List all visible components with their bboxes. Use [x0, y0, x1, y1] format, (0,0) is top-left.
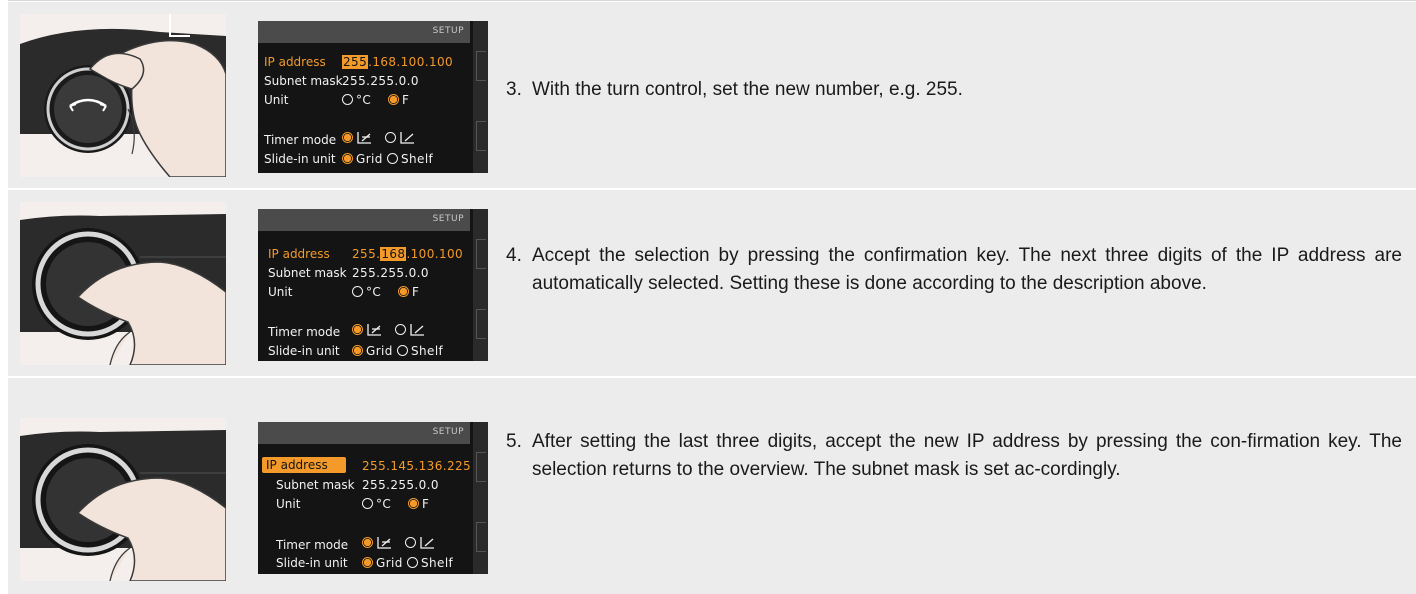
step-row-5: SETUP IP address 255.145.136.225 Subnet …: [8, 378, 1416, 594]
step-row-4: SETUP IP address 255.168.100.100 Subnet …: [8, 190, 1416, 376]
setup-screen: SETUP IP address 255.145.136.225 Subnet …: [258, 422, 488, 574]
subnet-mask-value: 255.255.0.0: [352, 266, 429, 280]
slide-in-unit-label: Slide-in unit: [268, 344, 340, 358]
subnet-mask-label: Subnet mask: [276, 478, 355, 492]
unit-label: Unit: [268, 285, 293, 299]
ip-selected-octet: 255: [342, 55, 369, 69]
slide-in-options: Grid Shelf: [362, 556, 453, 570]
unit-options: °C F: [352, 285, 419, 299]
unit-label: Unit: [276, 497, 301, 511]
step-text-5: 5. After setting the last three digits, …: [506, 428, 1402, 484]
unit-label: Unit: [264, 93, 289, 107]
screen-side-edge: [473, 21, 488, 173]
screen-side-edge: [473, 422, 488, 574]
screen-header: SETUP: [258, 422, 470, 444]
step-number: 4.: [506, 245, 522, 266]
timer-mode-options: [362, 536, 435, 550]
subnet-mask-label: Subnet mask: [264, 74, 343, 88]
radio-fahrenheit: [398, 286, 410, 297]
ip-selected-octet: 168: [380, 247, 407, 261]
radio-timer-b: [404, 537, 416, 548]
radio-timer-b: [394, 324, 406, 335]
radio-shelf: [407, 557, 419, 568]
ip-address-value: 255.145.136.225: [362, 459, 472, 473]
timer-mode-label: Timer mode: [264, 133, 337, 147]
radio-timer-b: [384, 132, 396, 143]
slide-in-options: Grid Shelf: [352, 344, 443, 358]
ip-address-value: 255.168.100.100: [352, 247, 464, 261]
step-number: 3.: [506, 79, 522, 100]
step-description: Accept the selection by pressing the con…: [532, 245, 1402, 294]
radio-timer-a: [362, 537, 373, 548]
radio-celsius: [362, 498, 373, 509]
timer-mode-b-icon: [400, 132, 414, 144]
radio-celsius: [342, 94, 353, 105]
step-text-4: 4. Accept the selection by pressing the …: [506, 242, 1402, 298]
timer-mode-options: [342, 131, 415, 145]
step-description: With the turn control, set the new numbe…: [532, 79, 963, 100]
timer-mode-label: Timer mode: [268, 325, 341, 339]
top-divider: [8, 0, 1416, 1]
ip-address-label: IP address: [264, 55, 326, 69]
subnet-mask-value: 255.255.0.0: [342, 74, 419, 88]
timer-mode-a-icon: [367, 324, 381, 336]
slide-in-options: Grid Shelf: [342, 152, 433, 166]
radio-timer-a: [352, 324, 363, 335]
subnet-mask-value: 255.255.0.0: [362, 478, 439, 492]
timer-mode-a-icon: [357, 132, 371, 144]
radio-fahrenheit: [408, 498, 420, 509]
setup-screen: SETUP IP address 255.168.100.100 Subnet …: [258, 21, 488, 173]
ip-address-label: IP address: [268, 247, 330, 261]
timer-mode-a-icon: [377, 537, 391, 549]
radio-grid: [342, 153, 353, 164]
timer-mode-b-icon: [420, 537, 434, 549]
ip-address-value: 255.168.100.100: [342, 55, 454, 69]
timer-mode-options: [352, 323, 425, 337]
turn-control-icon: [20, 14, 226, 177]
confirmation-key-icon: [20, 202, 226, 365]
screen-header: SETUP: [258, 209, 470, 231]
radio-celsius: [352, 286, 363, 297]
step-description: After setting the last three digits, acc…: [532, 431, 1402, 480]
timer-mode-label: Timer mode: [276, 538, 349, 552]
slide-in-unit-label: Slide-in unit: [264, 152, 336, 166]
confirmation-key-icon: [20, 418, 226, 581]
screen-side-edge: [473, 209, 488, 361]
ip-address-label: IP address: [262, 457, 346, 473]
unit-options: °C F: [342, 93, 409, 107]
subnet-mask-label: Subnet mask: [268, 266, 347, 280]
screen-header: SETUP: [258, 21, 470, 43]
step-text-3: 3. With the turn control, set the new nu…: [506, 76, 1402, 104]
radio-shelf: [397, 345, 409, 356]
step-row-3: SETUP IP address 255.168.100.100 Subnet …: [8, 2, 1416, 188]
radio-fahrenheit: [388, 94, 400, 105]
setup-screen: SETUP IP address 255.168.100.100 Subnet …: [258, 209, 488, 361]
radio-shelf: [387, 153, 399, 164]
step-number: 5.: [506, 431, 522, 452]
slide-in-unit-label: Slide-in unit: [276, 556, 348, 570]
timer-mode-b-icon: [410, 324, 424, 336]
radio-timer-a: [342, 132, 353, 143]
unit-options: °C F: [362, 497, 429, 511]
radio-grid: [352, 345, 363, 356]
radio-grid: [362, 557, 373, 568]
